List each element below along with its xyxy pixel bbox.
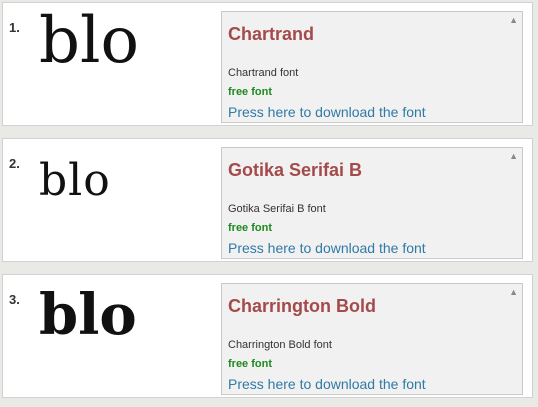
entry-number: 2. — [9, 156, 20, 171]
font-entry-2: 2. blo ▲ Gotika Serifai B Gotika Serifai… — [2, 138, 533, 262]
download-link[interactable]: Press here to download the font — [228, 240, 426, 256]
font-sample-image: blo — [39, 4, 139, 78]
font-name-link[interactable]: Gotika Serifai B — [228, 160, 362, 181]
license-label: free font — [228, 222, 272, 234]
font-entry-3: 3. blo ▲ Charrington Bold Charrington Bo… — [2, 274, 533, 398]
font-description: Charrington Bold font — [228, 339, 332, 351]
font-description: Gotika Serifai B font — [228, 203, 326, 215]
entry-number: 1. — [9, 20, 20, 35]
font-info-card: ▲ Chartrand Chartrand font free font Pre… — [221, 11, 523, 123]
font-description: Chartrand font — [228, 67, 299, 79]
entry-number: 3. — [9, 292, 20, 307]
font-info-card: ▲ Charrington Bold Charrington Bold font… — [221, 283, 523, 395]
font-sample-image: blo — [39, 282, 137, 348]
download-link[interactable]: Press here to download the font — [228, 104, 426, 120]
font-info-card: ▲ Gotika Serifai B Gotika Serifai B font… — [221, 147, 523, 259]
license-label: free font — [228, 358, 272, 370]
up-arrow-icon[interactable]: ▲ — [509, 15, 518, 25]
license-label: free font — [228, 86, 272, 98]
font-name-link[interactable]: Chartrand — [228, 24, 314, 45]
font-name-link[interactable]: Charrington Bold — [228, 296, 376, 317]
font-sample-image: blo — [39, 155, 111, 206]
font-entry-1: 1. blo ▲ Chartrand Chartrand font free f… — [2, 2, 533, 126]
up-arrow-icon[interactable]: ▲ — [509, 151, 518, 161]
up-arrow-icon[interactable]: ▲ — [509, 287, 518, 297]
download-link[interactable]: Press here to download the font — [228, 376, 426, 392]
